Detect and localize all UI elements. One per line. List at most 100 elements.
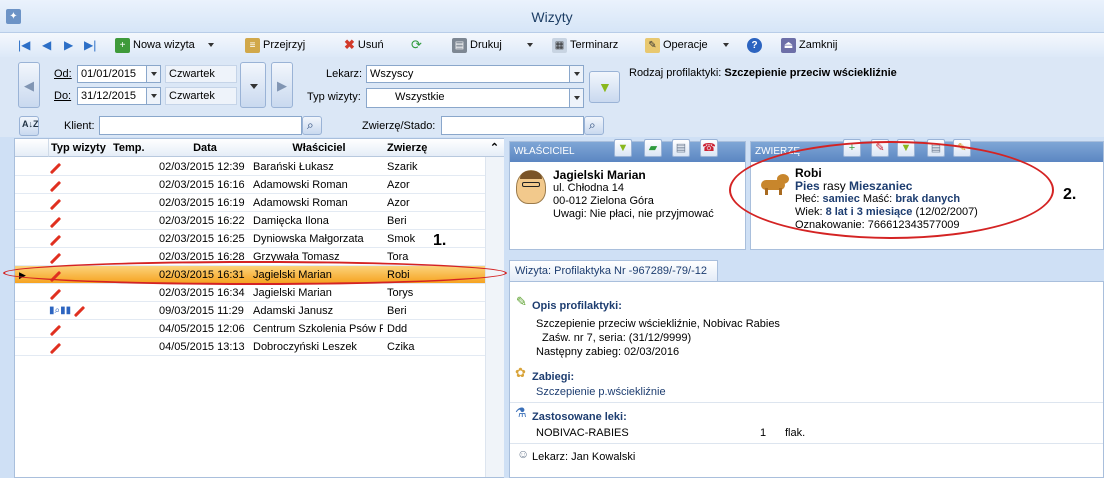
help-button[interactable]: ? — [747, 36, 762, 54]
client-label: Klient: — [64, 120, 95, 132]
tab-visit-details[interactable]: Wizyta: Profilaktyka Nr -967289/-79/-12 — [509, 260, 718, 282]
prev-period-button[interactable]: ◀ — [18, 62, 40, 108]
visit-date: 04/05/2015 12:06 — [159, 323, 245, 335]
prev-record-button[interactable]: ◀ — [42, 36, 51, 54]
doctor-line: Lekarz: Jan Kowalski — [532, 451, 636, 463]
annotation-1: 1. — [433, 232, 447, 249]
first-icon: |◀ — [18, 38, 31, 52]
period-menu-button[interactable] — [240, 62, 266, 108]
visit-date: 02/03/2015 12:39 — [159, 161, 245, 173]
owner-street: ul. Chłodna 14 — [553, 182, 624, 194]
table-row[interactable]: 02/03/2015 16:34 Jagielski Marian Torys — [15, 284, 485, 302]
visit-type-label: Typ wizyty: — [307, 91, 361, 103]
column-header-animal[interactable]: Zwierzę — [385, 139, 485, 157]
visit-details-panel: ✎ Opis profilaktyki: Szczepienie przeciw… — [509, 281, 1104, 478]
funnel-icon[interactable]: ▼ — [614, 139, 632, 157]
table-row[interactable]: 02/03/2015 16:19 Adamowski Roman Azor — [15, 194, 485, 212]
visit-date: 02/03/2015 16:22 — [159, 215, 245, 227]
pencil-icon: ✎ — [516, 294, 527, 309]
phone-icon[interactable]: ☎ — [700, 139, 718, 157]
refresh-icon: ⟳ — [411, 37, 422, 52]
med-qty: 1 — [760, 427, 767, 439]
table-row[interactable]: 02/03/2015 16:25 Dyniowska Małgorzata Smok — [15, 230, 485, 248]
next-period-button[interactable]: ▶ — [271, 62, 293, 108]
meds-title: Zastosowane leki: — [532, 411, 627, 423]
print-button[interactable]: ▤ Drukuj — [452, 36, 533, 54]
visit-owner: Dyniowska Małgorzata — [253, 233, 364, 245]
annotation-2: 2. — [1063, 186, 1077, 203]
table-row[interactable]: 02/03/2015 12:39 Barański Łukasz Szarik — [15, 158, 485, 176]
search-row: A↓Z Klient: ⌕ Zwierzę/Stado: ⌕ — [0, 115, 1104, 137]
syringe-icon — [49, 338, 65, 356]
operations-icon: ✎ — [645, 37, 660, 53]
chevron-up-icon[interactable]: ⌃ — [485, 139, 504, 157]
browse-button[interactable]: ≡ Przejrzyj — [245, 36, 305, 54]
next-icon: ▶ — [64, 38, 74, 52]
visit-date: 02/03/2015 16:25 — [159, 233, 245, 245]
chevron-down-icon[interactable] — [569, 66, 583, 82]
animal-input[interactable] — [441, 116, 584, 135]
last-record-button[interactable]: ▶| — [84, 36, 96, 54]
client-search-button[interactable]: ⌕ — [302, 116, 322, 135]
table-row[interactable]: ▮⌕▮▮ 09/03/2015 11:29 Adamski Janusz Beri — [15, 302, 485, 320]
column-header-type[interactable]: Typ wizyty — [49, 139, 113, 157]
procedure-line: Szczepienie p.wściekliźnie — [536, 386, 666, 398]
money-icon[interactable]: ▰ — [644, 139, 662, 157]
visit-date: 02/03/2015 16:19 — [159, 197, 245, 209]
new-visit-button[interactable]: + Nowa wizyta — [115, 36, 214, 54]
toolbar: |◀ ◀ ▶ ▶| + Nowa wizyta ≡ Przejrzyj ✖ Usuń … — [0, 33, 1104, 57]
animal-search-button[interactable]: ⌕ — [584, 116, 604, 135]
visit-date: 04/05/2015 13:13 — [159, 341, 245, 353]
scrollbar[interactable] — [485, 157, 504, 477]
refresh-button[interactable]: ⟳ — [411, 36, 422, 54]
desc-line-2: Zaśw. nr 7, seria: (31/12/9999) — [542, 332, 692, 344]
visit-owner: Centrum Szkolenia Psów FII — [253, 323, 383, 335]
table-row[interactable]: 04/05/2015 12:06 Centrum Szkolenia Psów F… — [15, 320, 485, 338]
owner-city: 00-012 Zielona Góra — [553, 195, 654, 207]
visit-date: 02/03/2015 16:16 — [159, 179, 245, 191]
to-date-input[interactable]: 31/12/2015 — [77, 87, 161, 105]
table-row[interactable]: 02/03/2015 16:22 Damięcka Ilona Beri — [15, 212, 485, 230]
visit-owner: Dobroczyński Leszek — [253, 341, 357, 353]
bandage-icon: ✿ — [515, 365, 526, 380]
syringe-icon — [49, 230, 65, 248]
from-date-input[interactable]: 01/01/2015 — [77, 65, 161, 83]
visit-animal: Beri — [387, 215, 407, 227]
med-name: NOBIVAC-RABIES — [536, 427, 629, 439]
visit-animal: Szarik — [387, 161, 418, 173]
chevron-down-icon[interactable] — [146, 88, 160, 104]
first-record-button[interactable]: |◀ — [18, 36, 30, 54]
last-icon: ▶| — [84, 38, 97, 52]
column-header-date[interactable]: Data — [157, 139, 253, 157]
chevron-down-icon[interactable] — [569, 89, 583, 107]
document-icon[interactable]: ▤ — [672, 139, 690, 157]
title-bar: ✦ Wizyty — [0, 0, 1104, 33]
close-button[interactable]: ⏏ Zamknij — [781, 36, 838, 54]
column-header-temp[interactable]: Temp. — [113, 139, 157, 157]
visit-type-select[interactable]: Wszystkie — [366, 88, 584, 108]
row-indicator-header — [15, 139, 49, 157]
highlight-ellipse-2 — [729, 141, 1054, 239]
from-label: Od: — [54, 68, 72, 80]
next-record-button[interactable]: ▶ — [64, 36, 73, 54]
table-row[interactable]: 02/03/2015 16:16 Adamowski Roman Azor — [15, 176, 485, 194]
visit-owner: Adamowski Roman — [253, 179, 348, 191]
printer-icon: ▤ — [452, 37, 467, 53]
arrow-right-icon: ▶ — [277, 78, 287, 93]
sort-button[interactable]: A↓Z — [19, 116, 39, 136]
schedule-button[interactable]: ▦ Terminarz — [552, 36, 618, 54]
operations-button[interactable]: ✎ Operacje — [645, 36, 729, 54]
column-header-owner[interactable]: Właściciel — [253, 139, 385, 157]
client-input[interactable] — [99, 116, 302, 135]
chevron-down-icon — [526, 43, 533, 47]
highlight-ellipse-1 — [3, 261, 507, 285]
filter-button[interactable]: ▼ — [589, 71, 620, 103]
table-row[interactable]: 04/05/2015 13:13 Dobroczyński Leszek Czika — [15, 338, 485, 356]
document-icon: ≡ — [245, 37, 260, 53]
syringe-icon — [49, 248, 65, 266]
delete-button[interactable]: ✖ Usuń — [344, 36, 384, 54]
chevron-down-icon[interactable] — [146, 66, 160, 82]
doctor-select[interactable]: Wszyscy — [366, 65, 584, 83]
visit-animal: Beri — [387, 305, 407, 317]
window-title: Wizyty — [531, 9, 573, 25]
